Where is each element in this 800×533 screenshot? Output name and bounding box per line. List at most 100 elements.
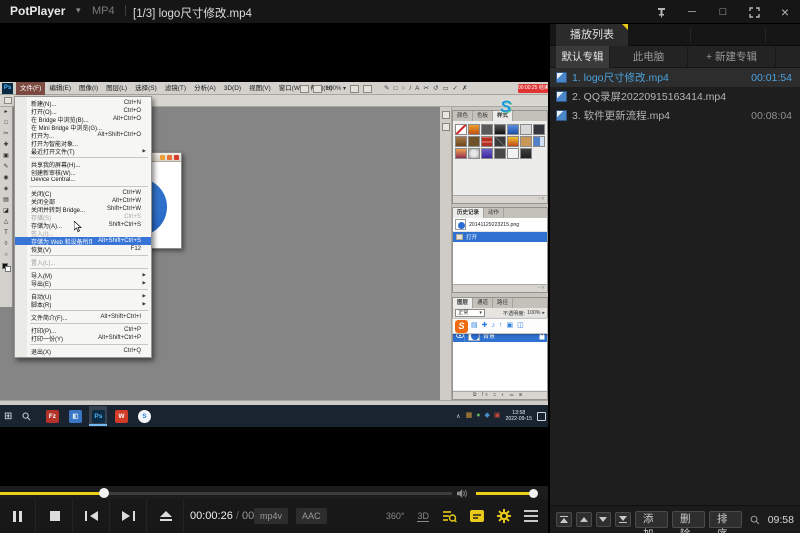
- style-swatch[interactable]: [507, 148, 519, 159]
- subtitle-button[interactable]: [470, 510, 484, 522]
- file-menu-item[interactable]: 退出(X) Ctrl+Q: [15, 347, 151, 355]
- panel-tab[interactable]: 动作: [484, 208, 504, 218]
- style-swatch[interactable]: [533, 124, 545, 135]
- file-menu-item[interactable]: 打印一份(Y) Alt+Shift+Ctrl+P: [15, 334, 151, 342]
- ps-tool-icon[interactable]: ▸: [4, 107, 7, 118]
- style-swatch[interactable]: [520, 148, 532, 159]
- ps-color-chips[interactable]: [2, 263, 11, 272]
- recorder-tool-icon[interactable]: ♪: [492, 319, 496, 333]
- ps-menu-item[interactable]: 文件(F): [16, 82, 45, 95]
- pause-button[interactable]: [0, 499, 36, 533]
- file-menu-item[interactable]: [30, 310, 148, 311]
- style-swatch[interactable]: [481, 148, 493, 159]
- style-swatch[interactable]: [455, 136, 467, 147]
- taskbar-app-icon[interactable]: Ps: [89, 406, 107, 426]
- recorder-tool-icon[interactable]: ✚: [482, 319, 488, 333]
- file-menu-item[interactable]: 脚本(R) ▶: [15, 300, 151, 308]
- playlist-find-icon[interactable]: [750, 514, 760, 526]
- file-menu-item[interactable]: [30, 255, 148, 256]
- ps-tool-icon[interactable]: ◈: [4, 184, 9, 195]
- ps-menu-item[interactable]: 选择(S): [131, 82, 161, 95]
- video-360-button[interactable]: 360°: [386, 511, 405, 521]
- playlist-search-icon[interactable]: [442, 510, 457, 523]
- style-swatch[interactable]: [533, 136, 545, 147]
- previous-button[interactable]: [74, 499, 110, 533]
- taskbar-app-icon[interactable]: ◧: [66, 406, 84, 426]
- close-button[interactable]: ×: [778, 0, 792, 24]
- seek-track[interactable]: [0, 492, 452, 495]
- annotation-tool-icon[interactable]: ✂: [423, 82, 428, 95]
- file-menu-item[interactable]: [30, 157, 148, 158]
- tab-this-pc[interactable]: 此电脑: [610, 46, 688, 68]
- tray-icon[interactable]: ▦: [466, 405, 473, 427]
- ps-menu-item[interactable]: 编辑(E): [45, 82, 75, 95]
- style-swatch[interactable]: [468, 148, 480, 159]
- playlist-item[interactable]: 2. QQ录屏20220915163414.mp4: [550, 87, 800, 106]
- style-swatch[interactable]: [468, 124, 480, 135]
- windows-start-icon[interactable]: ⊞: [4, 411, 12, 422]
- minimize-button[interactable]: ─: [685, 0, 699, 24]
- recorder-tool-icon[interactable]: ◫: [517, 319, 524, 333]
- style-swatch[interactable]: [507, 124, 519, 135]
- tab-new-album[interactable]: + 新建专辑: [688, 46, 776, 68]
- file-menu-item[interactable]: [30, 268, 148, 269]
- move-top-button[interactable]: [556, 512, 572, 527]
- doc-minimize-button[interactable]: [160, 155, 165, 160]
- maximize-button[interactable]: □: [716, 0, 730, 24]
- move-up-button[interactable]: [576, 512, 592, 527]
- ps-menu-item[interactable]: 3D(D): [220, 82, 245, 95]
- eject-button[interactable]: [148, 499, 184, 533]
- style-swatch[interactable]: [468, 136, 480, 147]
- annotation-tool-icon[interactable]: ▭: [442, 82, 448, 95]
- file-menu-item[interactable]: [30, 289, 148, 290]
- ps-tool-icon[interactable]: □: [4, 118, 8, 129]
- style-swatch[interactable]: [494, 136, 506, 147]
- file-menu-item[interactable]: 导出(E) ▶: [15, 279, 151, 287]
- ps-arrange-docs-icon[interactable]: [350, 85, 359, 93]
- file-menu-item[interactable]: [30, 323, 148, 324]
- panel-tab[interactable]: 颜色: [453, 111, 473, 121]
- style-swatch[interactable]: [481, 136, 493, 147]
- ps-tool-icon[interactable]: ◪: [3, 206, 9, 217]
- ps-tool-icon[interactable]: ◉: [3, 173, 8, 184]
- style-swatch[interactable]: [494, 148, 506, 159]
- tray-icon[interactable]: ▣: [494, 405, 501, 427]
- file-menu-item[interactable]: 置入(L)...: [15, 258, 151, 266]
- annotation-tool-icon[interactable]: ○: [401, 82, 405, 95]
- panel-tab[interactable]: 路径: [493, 298, 513, 308]
- tab-default-album[interactable]: 默认专辑: [556, 46, 610, 68]
- playlist-item[interactable]: 3. 软件更新流程.mp4 00:08:04: [550, 106, 800, 125]
- panel-tab[interactable]: 历史记录: [453, 208, 484, 218]
- doc-maximize-button[interactable]: [167, 155, 172, 160]
- style-swatch[interactable]: [455, 124, 467, 135]
- history-snapshot-row[interactable]: 20141129223215.png: [453, 218, 547, 232]
- ps-menu-item[interactable]: 滤镜(T): [161, 82, 190, 95]
- pin-icon[interactable]: [654, 7, 668, 18]
- tab-playlist[interactable]: 播放列表: [556, 24, 628, 46]
- ps-menu-item[interactable]: 图像(I): [75, 82, 102, 95]
- ps-dock-icon[interactable]: [442, 123, 450, 131]
- add-button[interactable]: 添加: [635, 511, 668, 528]
- ps-tool-icon[interactable]: ▤: [3, 195, 9, 206]
- style-swatch[interactable]: [481, 124, 493, 135]
- file-menu-item[interactable]: 文件简介(F)... Alt+Shift+Ctrl+I: [15, 313, 151, 321]
- annotation-tool-icon[interactable]: □: [393, 82, 397, 95]
- style-swatch[interactable]: [455, 148, 467, 159]
- ps-menu-item[interactable]: 图层(L): [102, 82, 131, 95]
- video-3d-button[interactable]: 3D: [417, 511, 429, 522]
- recorder-tool-icon[interactable]: ▣: [507, 319, 514, 333]
- panel-tab[interactable]: 色板: [473, 111, 493, 121]
- ps-tool-icon[interactable]: ✂: [3, 129, 8, 140]
- playlist-item[interactable]: 1. logo尺寸修改.mp4 00:01:54: [550, 68, 800, 87]
- opacity-value[interactable]: 100%: [527, 310, 540, 316]
- history-state-row[interactable]: 打开: [453, 232, 547, 242]
- file-menu-item[interactable]: 恢复(V) F12: [15, 245, 151, 253]
- menu-hamburger-icon[interactable]: [524, 510, 538, 522]
- taskbar-app-icon[interactable]: S: [135, 406, 153, 426]
- ps-dock-icon[interactable]: [442, 111, 450, 119]
- panel-tab[interactable]: 图层: [453, 298, 473, 308]
- file-menu-item[interactable]: 创建新审核(W)...: [15, 168, 151, 176]
- style-swatch[interactable]: [520, 124, 532, 135]
- ps-screen-mode-icon[interactable]: [363, 85, 372, 93]
- annotation-tool-icon[interactable]: ✗: [462, 82, 467, 95]
